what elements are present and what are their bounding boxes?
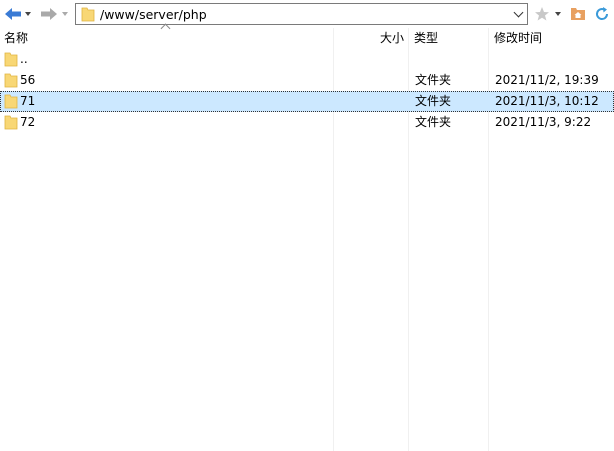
column-header-type[interactable]: 类型 xyxy=(414,28,438,48)
home-folder-icon xyxy=(571,8,585,20)
caret-down-icon xyxy=(62,12,68,16)
file-type: 文件夹 xyxy=(415,115,452,129)
folder-icon xyxy=(4,115,18,130)
arrow-right-icon xyxy=(41,8,57,20)
bookmark-dropdown[interactable] xyxy=(553,4,563,24)
caret-down-icon xyxy=(25,12,31,16)
file-size xyxy=(336,49,404,70)
file-modified: 2021/11/2, 19:39 xyxy=(495,73,599,87)
file-size xyxy=(336,91,404,112)
table-row[interactable]: 56 文件夹 2021/11/2, 19:39 xyxy=(0,70,614,91)
column-header-size[interactable]: 大小 xyxy=(336,28,404,48)
bookmark-button[interactable] xyxy=(532,4,552,24)
column-header-name[interactable]: 名称 xyxy=(4,28,28,48)
file-size xyxy=(336,112,404,133)
file-list: .. 56 文件夹 2021/11/2, 19:39 71 文件夹 2021/1… xyxy=(0,49,614,133)
arrow-left-icon xyxy=(5,8,21,20)
address-bar[interactable]: /www/server/php xyxy=(75,3,528,25)
column-header: 名称 大小 类型 修改时间 xyxy=(0,28,614,48)
chevron-down-icon xyxy=(513,7,523,17)
folder-icon xyxy=(4,73,18,88)
table-row-selected[interactable]: 71 文件夹 2021/11/3, 10:12 xyxy=(0,91,614,112)
address-path: /www/server/php xyxy=(100,7,207,22)
address-dropdown-button[interactable] xyxy=(510,5,526,23)
forward-button[interactable] xyxy=(38,4,60,24)
file-name: .. xyxy=(20,52,28,66)
column-header-modified[interactable]: 修改时间 xyxy=(494,28,542,48)
home-folder-button[interactable] xyxy=(568,4,588,24)
refresh-button[interactable] xyxy=(592,4,612,24)
caret-down-icon xyxy=(555,12,561,16)
file-size xyxy=(336,70,404,91)
file-modified: 2021/11/3, 10:12 xyxy=(495,94,599,108)
star-icon xyxy=(535,7,549,21)
table-row[interactable]: .. xyxy=(0,49,614,70)
forward-history-dropdown[interactable] xyxy=(60,4,70,24)
folder-icon xyxy=(4,94,18,109)
back-button[interactable] xyxy=(2,4,24,24)
back-history-dropdown[interactable] xyxy=(23,4,33,24)
file-type: 文件夹 xyxy=(415,73,452,87)
table-row[interactable]: 72 文件夹 2021/11/3, 9:22 xyxy=(0,112,614,133)
file-name: 71 xyxy=(20,94,36,108)
folder-icon xyxy=(81,7,95,22)
file-type: 文件夹 xyxy=(415,94,452,108)
file-modified: 2021/11/3, 9:22 xyxy=(495,115,592,129)
toolbar: /www/server/php xyxy=(0,0,614,28)
folder-icon xyxy=(4,52,18,67)
file-name: 72 xyxy=(20,115,36,129)
refresh-icon xyxy=(596,7,609,20)
file-name: 56 xyxy=(20,73,36,87)
